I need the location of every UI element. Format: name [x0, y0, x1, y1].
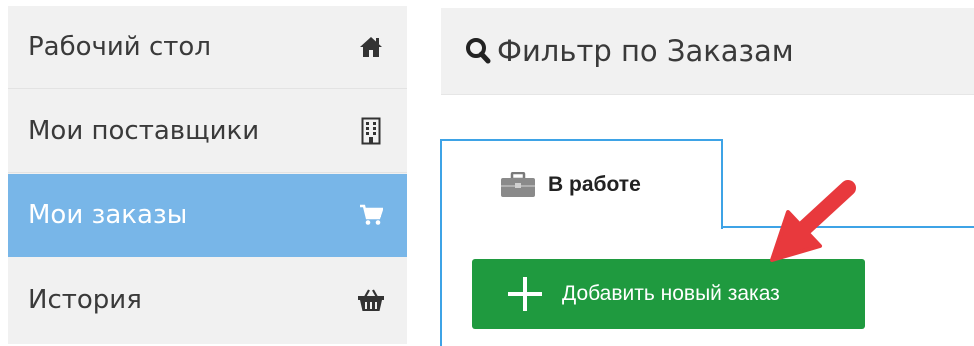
tab-label: В работе: [548, 173, 641, 196]
plus-icon: [508, 277, 542, 311]
home-icon: [357, 33, 385, 61]
divider: [441, 94, 974, 95]
sidebar-item-label: История: [28, 284, 142, 315]
cart-icon: [357, 201, 385, 229]
basket-icon: [357, 286, 385, 314]
building-icon: [357, 117, 385, 145]
sidebar-item-dashboard[interactable]: Рабочий стол: [8, 6, 407, 89]
search-icon: [465, 37, 491, 65]
briefcase-icon: [500, 172, 536, 198]
sidebar-item-orders[interactable]: Мои заказы: [8, 174, 407, 257]
tab-in-progress[interactable]: В работе: [440, 139, 723, 229]
sidebar-item-history[interactable]: История: [8, 258, 407, 341]
sidebar-item-label: Рабочий стол: [28, 32, 211, 62]
sidebar-item-suppliers[interactable]: Мои поставщики: [8, 90, 407, 173]
orders-filter-toggle[interactable]: Фильтр по Заказам: [441, 8, 974, 94]
annotation-arrow-icon: [770, 180, 856, 262]
add-order-label: Добавить новый заказ: [562, 282, 780, 305]
sidebar-item-label: Мои поставщики: [28, 116, 260, 146]
sidebar: Рабочий стол Мои поставщики Мои заказы И…: [8, 6, 407, 344]
sidebar-item-label: Мои заказы: [28, 200, 188, 230]
tab-panel-border: [440, 228, 442, 346]
filter-label: Фильтр по Заказам: [497, 34, 794, 68]
